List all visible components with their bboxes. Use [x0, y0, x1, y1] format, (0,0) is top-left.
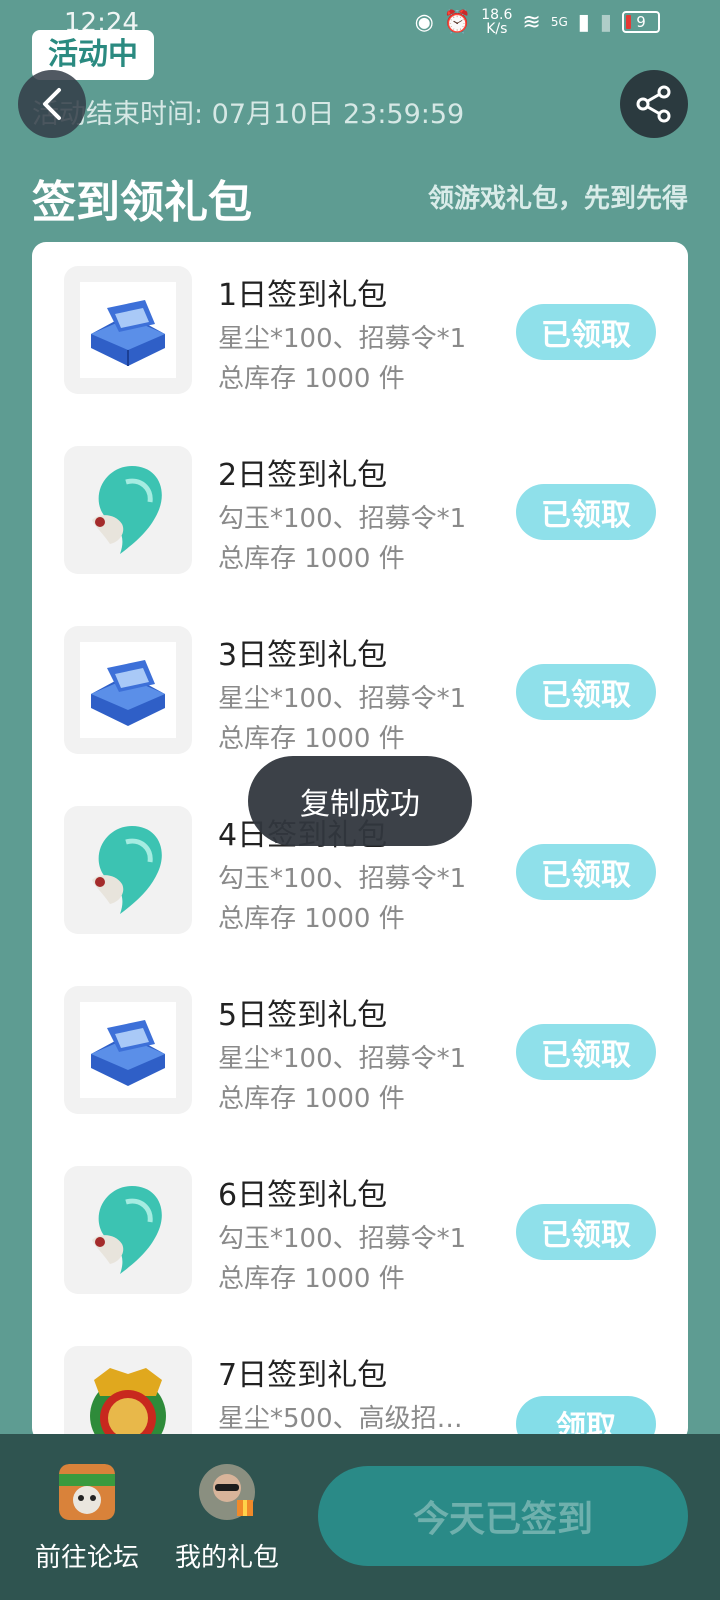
- battery-level: 9: [636, 13, 646, 31]
- gift-thumbnail: [64, 806, 192, 934]
- page-title: 签到领礼包: [32, 177, 252, 228]
- gift-row-day-3: 3日签到礼包 星尘*100、招募令*1 总库存 1000 件 已领取: [32, 602, 688, 782]
- gift-stock: 总库存 1000 件: [218, 904, 405, 934]
- gift-title: 2日签到礼包: [218, 458, 388, 493]
- gift-row-day-2: 2日签到礼包 勾玉*100、招募令*1 总库存 1000 件 已领取: [32, 422, 688, 602]
- net-speed-unit: K/s: [486, 21, 508, 37]
- gift-thumbnail: [64, 986, 192, 1114]
- signal-icon: ▮: [577, 9, 590, 35]
- crystal-chest-icon: [91, 660, 165, 726]
- crystal-chest-icon: [91, 300, 165, 366]
- gift-thumbnail: [64, 1346, 192, 1442]
- toast-message: 复制成功: [248, 756, 472, 846]
- page-subtitle: 领游戏礼包，先到先得: [427, 184, 688, 214]
- claimed-button[interactable]: 已领取: [516, 844, 656, 900]
- gift-contents: 勾玉*100、招募令*1: [218, 864, 467, 894]
- gift-stock: 总库存 1000 件: [218, 724, 405, 754]
- gift-thumbnail: [64, 446, 192, 574]
- forum-link[interactable]: 前往论坛: [22, 1464, 152, 1574]
- claimed-button[interactable]: 已领取: [516, 304, 656, 360]
- claimed-button[interactable]: 已领取: [516, 484, 656, 540]
- battery-icon: 9: [622, 11, 660, 33]
- bottom-bar: 前往论坛 我的礼包 今天已签到: [0, 1434, 720, 1600]
- share-button[interactable]: [620, 70, 688, 138]
- user-avatar-icon: [199, 1464, 255, 1520]
- gift-contents: 星尘*500、高级招…: [218, 1404, 463, 1434]
- gift-title: 3日签到礼包: [218, 638, 388, 673]
- alarm-icon: ⏰: [443, 9, 472, 35]
- activity-end-time: 活动结束时间: 07月10日 23:59:59: [32, 99, 465, 130]
- recruit-emblem-icon: [90, 1368, 166, 1442]
- magatama-icon: [92, 466, 162, 554]
- gift-thumbnail: [64, 626, 192, 754]
- crystal-chest-icon: [91, 1020, 165, 1086]
- gift-thumbnail: [64, 266, 192, 394]
- gift-contents: 星尘*100、招募令*1: [218, 1044, 467, 1074]
- gift-stock: 总库存 1000 件: [218, 364, 405, 394]
- magatama-icon: [92, 1186, 162, 1274]
- status-icons: ◉ ⏰ 18.6 K/s ≋ 5G ▮ ▮ 9: [415, 8, 660, 36]
- share-icon: [636, 85, 671, 123]
- net-speed: 18.6 K/s: [481, 8, 512, 36]
- net-speed-value: 18.6: [481, 7, 513, 23]
- forum-label: 前往论坛: [34, 1543, 139, 1573]
- gift-contents: 星尘*100、招募令*1: [218, 324, 467, 354]
- claimed-button[interactable]: 已领取: [516, 664, 656, 720]
- gift-title: 1日签到礼包: [218, 278, 388, 313]
- gift-row-day-1: 1日签到礼包 星尘*100、招募令*1 总库存 1000 件 已领取: [32, 242, 688, 422]
- signed-in-today-button[interactable]: 今天已签到: [318, 1466, 688, 1566]
- gift-title: 5日签到礼包: [218, 998, 388, 1033]
- gift-title: 7日签到礼包: [218, 1358, 388, 1393]
- my-gifts-label: 我的礼包: [174, 1543, 279, 1573]
- gift-thumbnail: [64, 1166, 192, 1294]
- gift-title: 6日签到礼包: [218, 1178, 388, 1213]
- my-gifts-link[interactable]: 我的礼包: [162, 1464, 292, 1574]
- claimed-button[interactable]: 已领取: [516, 1024, 656, 1080]
- claimed-button[interactable]: 已领取: [516, 1204, 656, 1260]
- gift-row-day-7: 7日签到礼包 星尘*500、高级招… 领取: [32, 1322, 688, 1442]
- forum-avatar-icon: [59, 1464, 115, 1520]
- wifi-icon: ≋: [522, 9, 541, 35]
- gift-stock: 总库存 1000 件: [218, 1084, 405, 1114]
- gift-row-day-5: 5日签到礼包 星尘*100、招募令*1 总库存 1000 件 已领取: [32, 962, 688, 1142]
- gift-contents: 勾玉*100、招募令*1: [218, 504, 467, 534]
- chevron-left-icon: [43, 88, 61, 120]
- gift-stock: 总库存 1000 件: [218, 544, 405, 574]
- gift-contents: 勾玉*100、招募令*1: [218, 1224, 467, 1254]
- magatama-icon: [92, 826, 162, 914]
- network-type: 5G: [550, 15, 568, 29]
- eye-icon: ◉: [414, 9, 434, 35]
- gift-contents: 星尘*100、招募令*1: [218, 684, 467, 714]
- gift-stock: 总库存 1000 件: [218, 1264, 405, 1294]
- back-button[interactable]: [18, 70, 86, 138]
- gift-row-day-6: 6日签到礼包 勾玉*100、招募令*1 总库存 1000 件 已领取: [32, 1142, 688, 1322]
- signal-icon-2: ▮: [599, 9, 612, 35]
